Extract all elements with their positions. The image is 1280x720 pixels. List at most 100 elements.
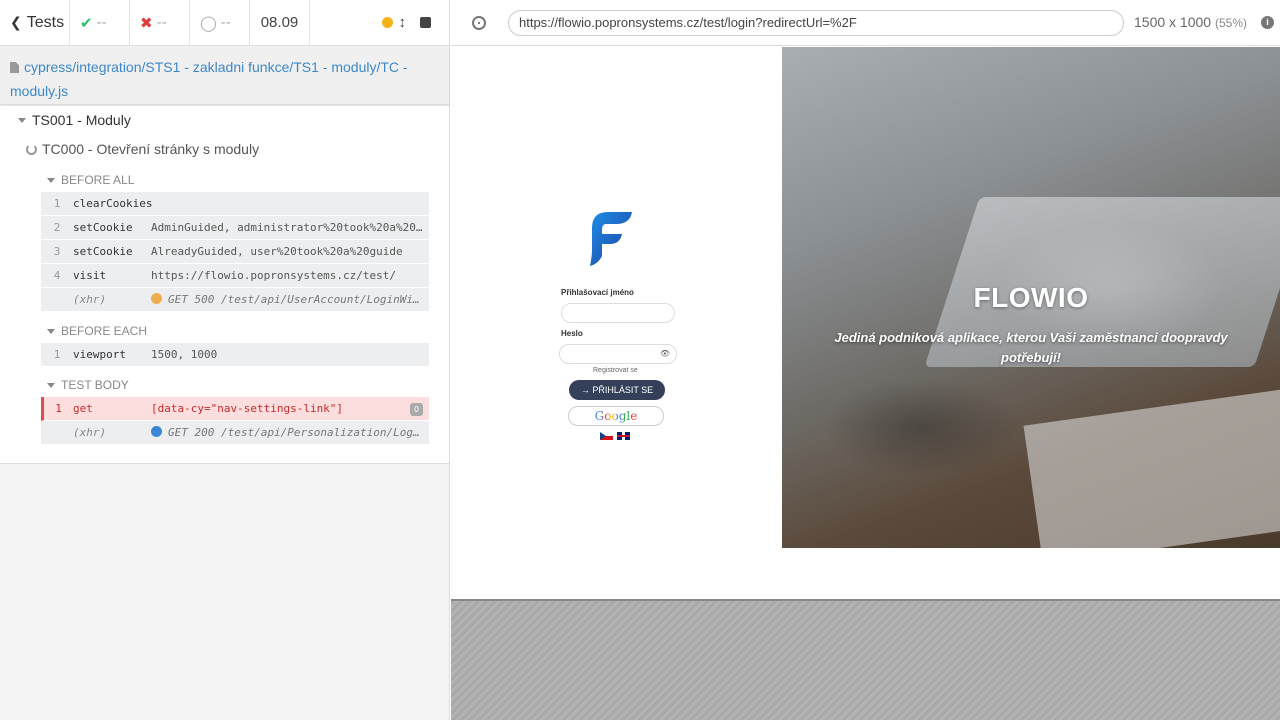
test-title-text: TC000 - Otevření stránky s moduly	[42, 141, 260, 157]
command-row-failed[interactable]: 1 get [data-cy="nav-settings-link"] 0	[41, 397, 429, 421]
paper-photo-shape	[1023, 389, 1280, 548]
command-number: 1	[53, 197, 61, 210]
command-number: 4	[53, 269, 61, 282]
reporter-controls: ↕	[310, 0, 449, 45]
reporter-header: ❮ Tests ✔ -- ✖ -- ◯ -- 08.09 ↕	[0, 0, 449, 46]
password-label: Heslo	[561, 329, 583, 338]
command-name: clearCookies	[73, 197, 153, 210]
command-name: get	[73, 402, 93, 415]
info-icon[interactable]: i	[1261, 16, 1274, 29]
x-icon: ✖	[140, 14, 153, 32]
xhr-row[interactable]: (xhr) GET 500 /test/api/UserAccount/Logi…	[41, 288, 429, 312]
passed-count: --	[96, 14, 107, 31]
aut-header: https://flowio.popronsystems.cz/test/log…	[451, 0, 1280, 46]
xhr-row[interactable]: (xhr) GET 200 /test/api/Personalization/…	[41, 421, 429, 445]
command-message: AdminGuided, administrator%20took%20a%20…	[151, 221, 423, 234]
duration: 08.09	[250, 0, 310, 45]
status-dot-icon	[151, 426, 162, 437]
command-list: 1 viewport 1500, 1000	[41, 343, 429, 367]
hero-subtitle: Jediná podniková aplikace, kterou Vaši z…	[834, 330, 1228, 365]
hook-label: BEFORE ALL	[61, 173, 135, 187]
auto-scroll-icon[interactable]: ↕	[399, 14, 407, 31]
hero-title: FLOWIO	[973, 282, 1089, 313]
login-button[interactable]: → PŘIHLÁSIT SE	[569, 380, 665, 400]
language-switcher	[600, 432, 630, 440]
command-name: viewport	[73, 348, 126, 361]
url-bar[interactable]: https://flowio.popronsystems.cz/test/log…	[508, 10, 1124, 36]
selector-playground-icon[interactable]	[472, 15, 486, 30]
tests-label: Tests	[26, 13, 65, 31]
command-row[interactable]: 1 clearCookies	[41, 192, 429, 216]
running-indicator-icon	[381, 17, 393, 28]
failed-stat[interactable]: ✖ --	[130, 0, 190, 45]
pending-stat[interactable]: ◯ --	[190, 0, 250, 45]
command-message: GET 500 /test/api/UserAccount/LoginWithT…	[151, 293, 423, 306]
command-name: setCookie	[73, 221, 133, 234]
login-panel: Přihlašovací jméno Heslo 👁 Registrovat s…	[451, 47, 782, 548]
caret-down-icon	[18, 117, 26, 123]
aut-empty-area	[451, 599, 1280, 720]
command-list: 1 get [data-cy="nav-settings-link"] 0 (x…	[41, 397, 429, 445]
command-row[interactable]: 2 setCookie AdminGuided, administrator%2…	[41, 216, 429, 240]
command-message: GET 200 /test/api/Personalization/LoginS…	[151, 426, 423, 439]
command-message: AlreadyGuided, user%20took%20a%20guide	[151, 245, 403, 258]
tests-button[interactable]: ❮ Tests	[0, 0, 70, 45]
command-number: 3	[53, 245, 61, 258]
hook-before-all[interactable]: BEFORE ALL	[47, 173, 134, 187]
english-flag-icon[interactable]	[617, 432, 630, 440]
circle-icon: ◯	[200, 14, 217, 32]
pending-count: --	[220, 14, 231, 31]
spec-path[interactable]: cypress/integration/STS1 - zakladni funk…	[0, 47, 449, 105]
command-message: https://flowio.popronsystems.cz/test/	[151, 269, 397, 282]
command-number: 1	[53, 348, 61, 361]
caret-down-icon	[47, 382, 55, 388]
app-under-test-frame: Přihlašovací jméno Heslo 👁 Registrovat s…	[451, 47, 1280, 599]
file-icon	[10, 62, 19, 73]
viewport-info: 1500 x 1000 (55%)	[1134, 14, 1247, 30]
czech-flag-icon[interactable]	[600, 432, 613, 440]
command-number: 2	[53, 221, 61, 234]
command-row[interactable]: 4 visit https://flowio.popronsystems.cz/…	[41, 264, 429, 288]
passed-stat[interactable]: ✔ --	[70, 0, 130, 45]
command-message: [data-cy="nav-settings-link"]	[151, 402, 344, 415]
runnable-list: TS001 - Moduly TC000 - Otevření stránky …	[0, 106, 449, 464]
command-name: visit	[73, 269, 107, 282]
username-label: Přihlašovací jméno	[561, 288, 634, 297]
hook-before-each[interactable]: BEFORE EACH	[47, 324, 147, 338]
command-name: (xhr)	[73, 293, 107, 306]
eye-slash-icon[interactable]: 👁	[660, 349, 670, 358]
element-count-badge: 0	[410, 403, 423, 416]
command-number: 1	[55, 402, 62, 415]
running-icon	[26, 143, 37, 155]
flowio-logo-icon	[590, 212, 632, 266]
caret-down-icon	[47, 177, 55, 183]
chevron-left-icon: ❮	[10, 14, 22, 30]
command-name: setCookie	[73, 245, 133, 258]
xhr-message: GET 200 /test/api/Personalization/LoginS…	[168, 426, 423, 439]
google-login-button[interactable]: Google	[568, 406, 664, 426]
password-field[interactable]: 👁	[559, 344, 677, 364]
check-icon: ✔	[80, 14, 93, 32]
suite-title[interactable]: TS001 - Moduly	[18, 112, 131, 128]
command-row[interactable]: 1 viewport 1500, 1000	[41, 343, 429, 367]
spec-path-text: cypress/integration/STS1 - zakladni funk…	[10, 59, 408, 99]
hook-label: BEFORE EACH	[61, 324, 148, 338]
username-field[interactable]	[561, 303, 675, 323]
xhr-message: GET 500 /test/api/UserAccount/LoginWithT…	[168, 293, 423, 306]
register-link[interactable]: Registrovat se	[593, 367, 638, 374]
test-title[interactable]: TC000 - Otevření stránky s moduly	[26, 141, 259, 157]
hook-test-body[interactable]: TEST BODY	[47, 378, 129, 392]
viewport-size: 1500 x 1000	[1134, 14, 1212, 30]
status-dot-icon	[151, 293, 162, 304]
google-logo: Google	[594, 409, 638, 423]
suite-title-text: TS001 - Moduly	[32, 112, 131, 128]
command-message: 1500, 1000	[151, 348, 218, 361]
stop-icon[interactable]	[420, 17, 431, 28]
command-name: (xhr)	[73, 426, 107, 439]
reporter-panel: ❮ Tests ✔ -- ✖ -- ◯ -- 08.09 ↕ cypress/i…	[0, 0, 450, 720]
hook-label: TEST BODY	[61, 378, 129, 392]
caret-down-icon	[47, 328, 55, 334]
command-row[interactable]: 3 setCookie AlreadyGuided, user%20took%2…	[41, 240, 429, 264]
failed-count: --	[156, 14, 167, 31]
hero-image: FLOWIO Jediná podniková aplikace, kterou…	[782, 47, 1280, 548]
